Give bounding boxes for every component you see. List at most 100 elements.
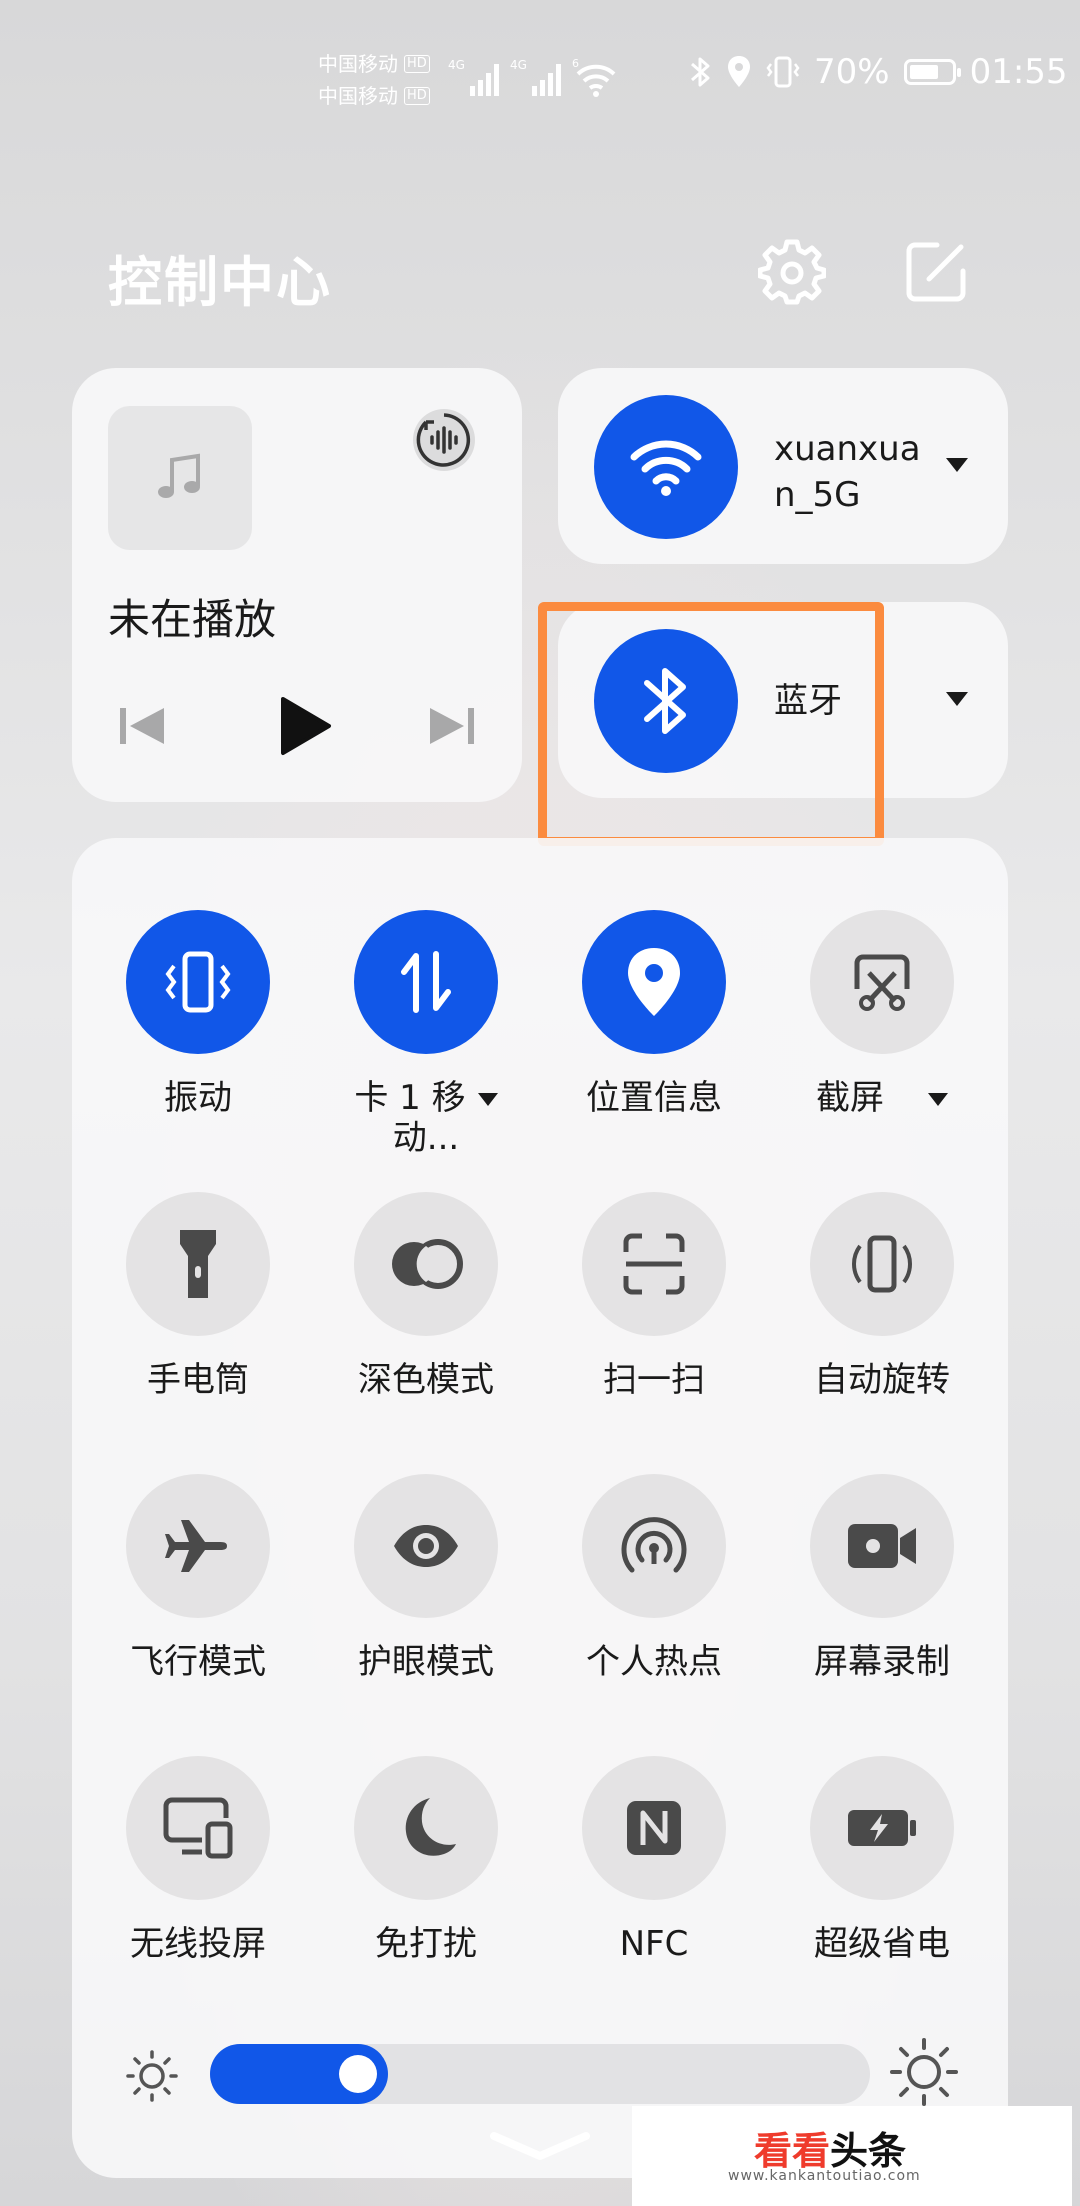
tile-wireless-projection-button[interactable] xyxy=(126,1756,270,1900)
previous-button[interactable] xyxy=(112,696,172,756)
wifi-badge: 6 xyxy=(572,57,579,70)
tile-scan[interactable]: 扫一扫 xyxy=(540,1192,768,1400)
scan-icon xyxy=(623,1233,685,1295)
tile-vibrate-label: 振动 xyxy=(164,1078,232,1118)
music-note-icon xyxy=(158,453,200,498)
tile-hotspot-button[interactable] xyxy=(582,1474,726,1618)
status-bar: 中国移动 HD 中国移动 HD 4G 4G 6 70% 01:55 xyxy=(0,40,1080,120)
tile-location-button[interactable] xyxy=(582,910,726,1054)
tile-hotspot[interactable]: 个人热点 xyxy=(540,1474,768,1682)
brightness-high-icon xyxy=(890,2038,958,2106)
page-title: 控制中心 xyxy=(108,251,332,314)
tile-power-saving[interactable]: 超级省电 xyxy=(768,1756,996,1964)
flashlight-icon xyxy=(180,1230,216,1298)
watermark-brand-a: 看看 xyxy=(754,2129,831,2173)
tile-wireless-projection[interactable]: 无线投屏 xyxy=(84,1756,312,1964)
tile-screen-record[interactable]: 屏幕录制 xyxy=(768,1474,996,1682)
edit-button[interactable] xyxy=(896,232,976,312)
media-player-card[interactable]: 未在播放 xyxy=(72,368,522,802)
wifi-toggle[interactable] xyxy=(594,395,738,539)
tile-vibrate-button[interactable] xyxy=(126,910,270,1054)
clock: 01:55 xyxy=(969,52,1068,92)
nfc-icon xyxy=(627,1801,681,1855)
carrier-info: 中国移动 HD 中国移动 HD xyxy=(318,48,430,112)
wireless-projection-icon xyxy=(163,1797,233,1859)
settings-button[interactable] xyxy=(752,232,832,312)
media-status: 未在播放 xyxy=(108,595,277,644)
wifi-expand-caret[interactable] xyxy=(946,458,968,472)
tile-power-saving-button[interactable] xyxy=(810,1756,954,1900)
tile-screenshot-label: 截屏 xyxy=(768,1078,996,1118)
tile-screenshot[interactable]: 截屏 xyxy=(768,910,996,1118)
carrier-1-name: 中国移动 xyxy=(318,52,398,76)
tile-mobile-data-button[interactable] xyxy=(354,910,498,1054)
screenshot-icon xyxy=(854,954,910,1011)
watermark: 看看头条 www.kankantoutiao.com xyxy=(632,2106,1072,2206)
brightness-slider-thumb[interactable] xyxy=(339,2055,377,2093)
tile-auto-rotate[interactable]: 自动旋转 xyxy=(768,1192,996,1400)
tile-airplane-label: 飞行模式 xyxy=(130,1642,266,1682)
tile-scan-button[interactable] xyxy=(582,1192,726,1336)
hotspot-icon xyxy=(621,1517,687,1573)
location-icon xyxy=(628,948,680,1016)
next-button[interactable] xyxy=(422,696,482,756)
vibrate-icon xyxy=(165,951,231,1013)
watermark-brand-b: 头条 xyxy=(830,2129,907,2173)
tile-screenshot-button[interactable] xyxy=(810,910,954,1054)
audio-output-button[interactable] xyxy=(408,404,480,476)
tile-nfc-button[interactable] xyxy=(582,1756,726,1900)
tile-eye-comfort[interactable]: 护眼模式 xyxy=(312,1474,540,1682)
tile-location-label: 位置信息 xyxy=(586,1078,722,1118)
collapse-chevron-icon[interactable] xyxy=(488,2128,592,2164)
tile-eye-comfort-button[interactable] xyxy=(354,1474,498,1618)
tile-dark-mode-button[interactable] xyxy=(354,1192,498,1336)
eye-comfort-icon xyxy=(394,1525,458,1567)
airplane-icon xyxy=(165,1520,227,1572)
wifi-network-name: xuanxua n_5G xyxy=(774,426,921,518)
tile-flashlight-button[interactable] xyxy=(126,1192,270,1336)
dark-mode-icon xyxy=(392,1239,463,1289)
wifi-status-icon: 6 xyxy=(572,57,616,97)
tile-do-not-disturb-label: 免打扰 xyxy=(375,1924,477,1964)
tile-hotspot-label: 个人热点 xyxy=(586,1642,722,1682)
play-button[interactable] xyxy=(268,688,344,764)
watermark-url: www.kankantoutiao.com xyxy=(728,2168,921,2184)
tile-flashlight[interactable]: 手电筒 xyxy=(84,1192,312,1400)
previous-icon xyxy=(120,708,164,744)
auto-rotate-icon xyxy=(852,1235,912,1293)
mobile-data-caret[interactable] xyxy=(477,1093,498,1106)
screenshot-caret[interactable] xyxy=(928,1093,948,1106)
tile-dark-mode-label: 深色模式 xyxy=(358,1360,494,1400)
vibrate-status-icon xyxy=(766,56,800,88)
brightness-slider[interactable] xyxy=(210,2044,870,2104)
tile-do-not-disturb[interactable]: 免打扰 xyxy=(312,1756,540,1964)
tile-auto-rotate-label: 自动旋转 xyxy=(814,1360,950,1400)
tile-vibrate[interactable]: 振动 xyxy=(84,910,312,1118)
carrier-2-name: 中国移动 xyxy=(318,84,398,108)
tile-eye-comfort-label: 护眼模式 xyxy=(358,1642,494,1682)
tile-mobile-data-label: 卡 1 移 动... xyxy=(312,1078,540,1158)
signal-2-icon: 4G xyxy=(510,58,561,96)
next-icon xyxy=(430,708,474,744)
bluetooth-expand-caret[interactable] xyxy=(946,692,968,706)
network-1-type: 4G xyxy=(448,58,465,72)
tile-mobile-data[interactable]: 卡 1 移 动... xyxy=(312,910,540,1158)
tile-location[interactable]: 位置信息 xyxy=(540,910,768,1118)
tile-airplane[interactable]: 飞行模式 xyxy=(84,1474,312,1682)
tile-auto-rotate-button[interactable] xyxy=(810,1192,954,1336)
mobile-data-icon xyxy=(401,951,451,1013)
wifi-card[interactable]: xuanxua n_5G xyxy=(558,368,1008,564)
tile-scan-label: 扫一扫 xyxy=(603,1360,705,1400)
wifi-icon xyxy=(630,440,702,496)
signal-1-icon: 4G xyxy=(448,58,499,96)
tile-screen-record-label: 屏幕录制 xyxy=(814,1642,950,1682)
tile-nfc[interactable]: NFC xyxy=(540,1756,768,1964)
network-2-type: 4G xyxy=(510,58,527,72)
tile-do-not-disturb-button[interactable] xyxy=(354,1756,498,1900)
tile-screen-record-button[interactable] xyxy=(810,1474,954,1618)
brightness-low-icon xyxy=(126,2050,178,2102)
tile-dark-mode[interactable]: 深色模式 xyxy=(312,1192,540,1400)
bluetooth-status-icon xyxy=(691,57,710,87)
tile-airplane-button[interactable] xyxy=(126,1474,270,1618)
location-status-icon xyxy=(728,56,750,87)
